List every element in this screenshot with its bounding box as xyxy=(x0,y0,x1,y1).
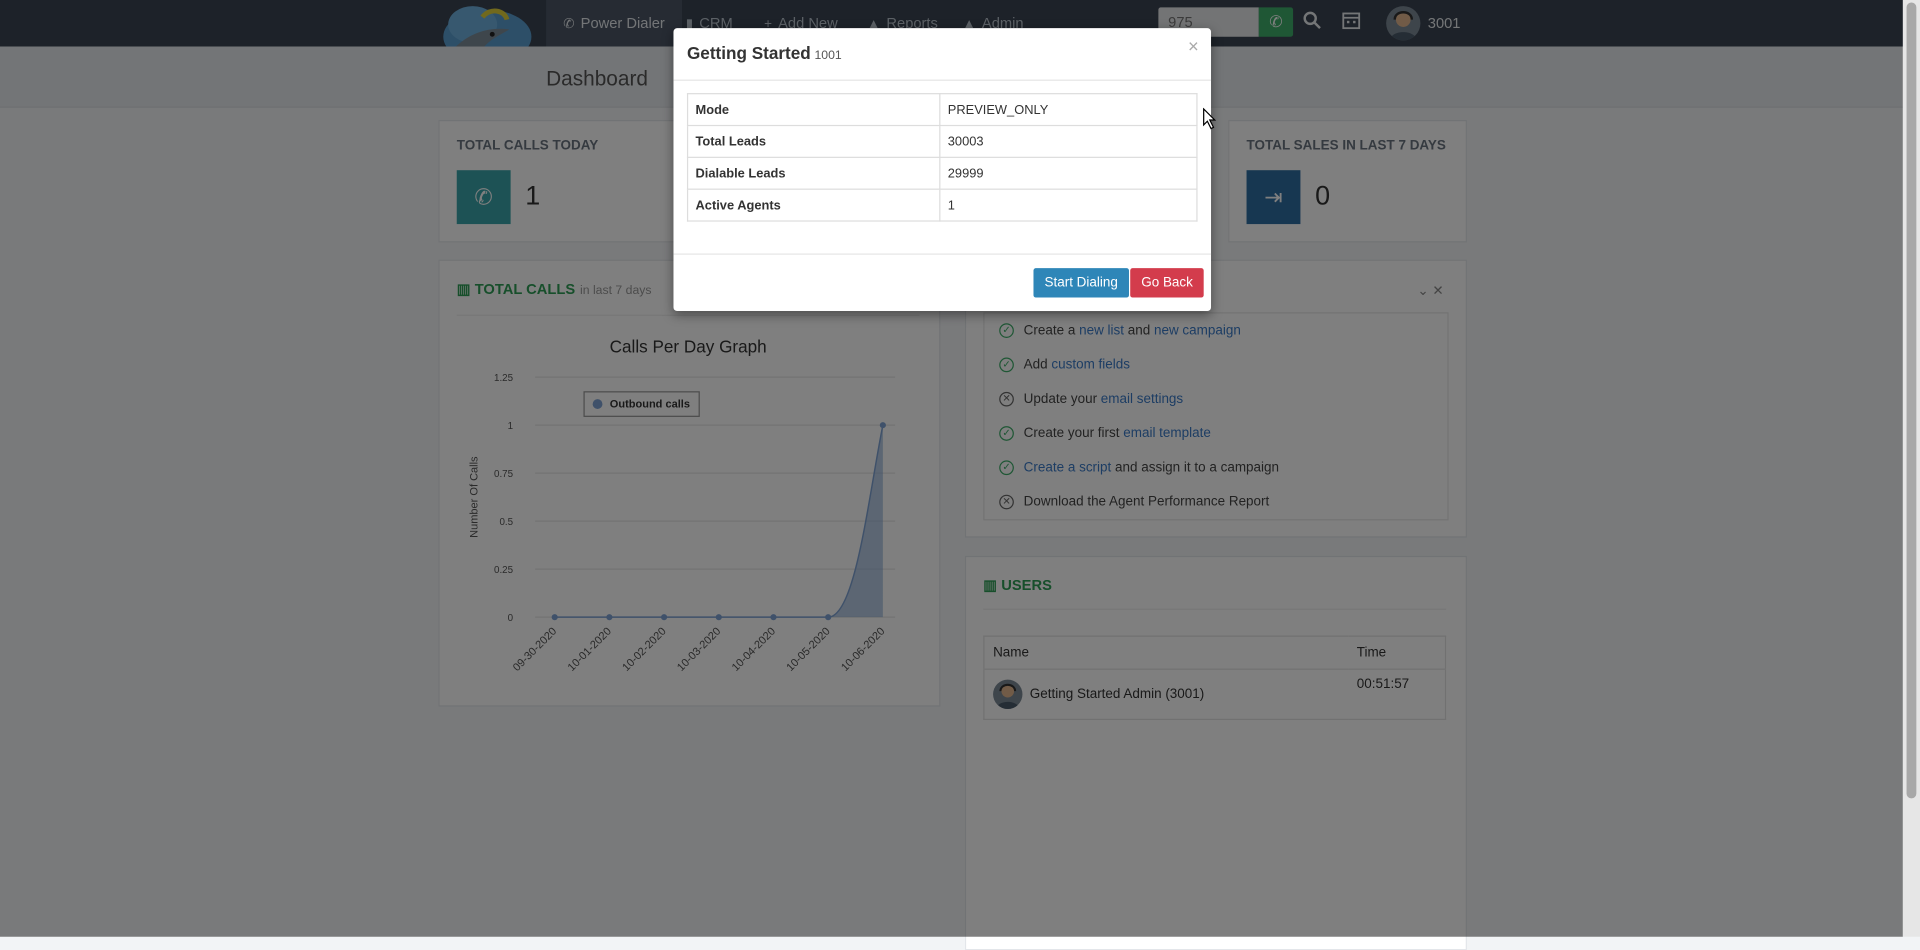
scrollbar[interactable] xyxy=(1902,0,1920,937)
divider xyxy=(673,253,1212,255)
row-value: 29999 xyxy=(939,156,1198,190)
row-key: Dialable Leads xyxy=(686,156,941,190)
table-row: Active Agents 1 xyxy=(686,188,1198,222)
table-row: Total Leads 30003 xyxy=(686,124,1198,158)
row-key: Total Leads xyxy=(686,124,941,158)
row-key: Active Agents xyxy=(686,188,941,222)
row-value: 30003 xyxy=(939,124,1198,158)
getting-started-modal: Getting Started 1001 × Mode PREVIEW_ONLY T… xyxy=(673,28,1212,312)
go-back-button[interactable]: Go Back xyxy=(1130,268,1204,298)
table-row: Mode PREVIEW_ONLY xyxy=(686,93,1198,127)
modal-title: Getting Started 1001 xyxy=(686,42,842,63)
campaign-info-table: Mode PREVIEW_ONLY Total Leads 30003 Dialab… xyxy=(686,93,1198,222)
start-dialing-button[interactable]: Start Dialing xyxy=(1033,268,1129,298)
divider xyxy=(673,79,1212,81)
row-value: PREVIEW_ONLY xyxy=(939,93,1198,127)
scrollbar-thumb[interactable] xyxy=(1906,2,1917,799)
close-icon[interactable]: × xyxy=(1188,37,1199,58)
row-key: Mode xyxy=(686,93,941,127)
table-row: Dialable Leads 29999 xyxy=(686,156,1198,190)
row-value: 1 xyxy=(939,188,1198,222)
mouse-cursor-icon xyxy=(1203,107,1217,130)
modal-subtitle: 1001 xyxy=(814,48,842,63)
